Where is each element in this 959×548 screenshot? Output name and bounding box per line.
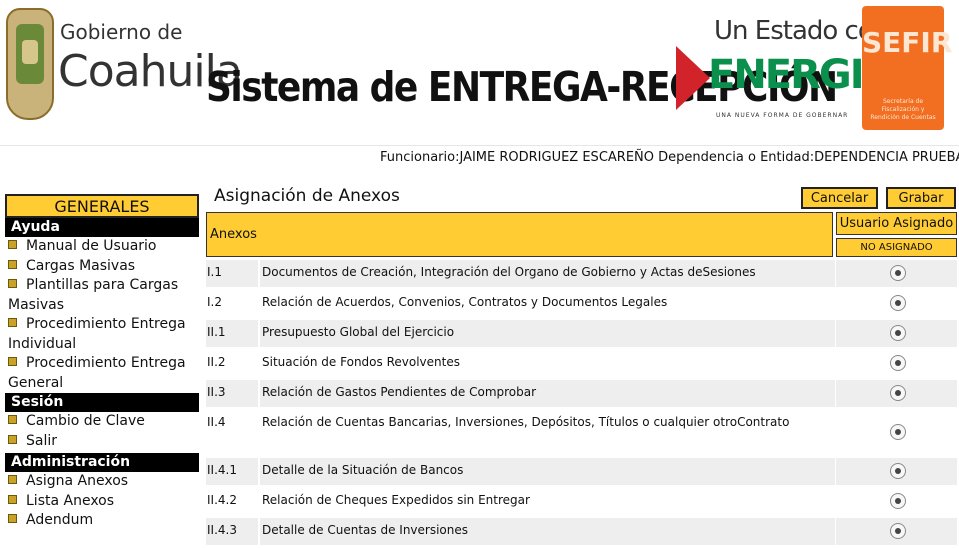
no-asignado-radio[interactable] [890, 354, 906, 371]
column-header-usuario: Usuario Asignado [836, 212, 957, 235]
row-code: II.2 [207, 355, 226, 369]
table-row: II.4 Relación de Cuentas Bancarias, Inve… [206, 410, 958, 455]
energia-arrow-icon [676, 46, 710, 110]
row-code: II.4.2 [207, 493, 237, 507]
sidebar-item-asigna-anexos[interactable]: Asigna Anexos [5, 472, 199, 492]
sidebar-section-administracion: Administración [5, 453, 199, 472]
row-description: Relación de Acuerdos, Convenios, Contrat… [262, 295, 668, 309]
sefir-logo-sub: Secretaría de Fiscalización y Rendición … [870, 98, 936, 121]
sidebar-item-proc-general[interactable]: Procedimiento Entrega General [5, 354, 199, 393]
funcionario-value: JAIME RODRIGUEZ ESCAREÑO [459, 150, 654, 165]
sidebar-item-plantillas[interactable]: Plantillas para Cargas Masivas [5, 276, 199, 315]
row-code: II.1 [207, 325, 226, 339]
table-row: I.1 Documentos de Creación, Integración … [206, 260, 958, 287]
anexos-table: I.1 Documentos de Creación, Integración … [206, 260, 958, 548]
row-description: Detalle de la Situación de Bancos [262, 463, 464, 477]
sidebar-item-salir[interactable]: Salir [5, 432, 199, 452]
estado-energia-logo: Un Estado con ENERGIA UNA NUEVA FORMA DE… [676, 14, 894, 129]
bullet-icon [8, 494, 17, 504]
table-row: II.1 Presupuesto Global del Ejercicio [206, 320, 958, 347]
row-description: Situación de Fondos Revolventes [262, 355, 460, 369]
bullet-icon [8, 240, 17, 249]
row-description: Relación de Cheques Expedidos sin Entreg… [262, 493, 530, 507]
table-row: II.2 Situación de Fondos Revolventes [206, 350, 958, 377]
row-code: II.4.3 [207, 523, 237, 537]
sidebar-item-proc-individual[interactable]: Procedimiento Entrega Individual [5, 315, 199, 354]
bullet-icon [8, 514, 17, 523]
bullet-icon [8, 475, 17, 484]
sidebar-item-manual[interactable]: Manual de Usuario [5, 237, 199, 257]
no-asignado-radio[interactable] [890, 522, 906, 539]
row-code: I.1 [207, 265, 222, 279]
no-asignado-radio[interactable] [890, 423, 906, 440]
no-asignado-radio[interactable] [890, 264, 906, 281]
no-asignado-radio[interactable] [890, 462, 906, 479]
table-row: II.4.3 Detalle de Cuentas de Inversiones [206, 518, 958, 545]
page-header: Gobierno de Coahuila Sistema de ENTREGA-… [0, 0, 959, 145]
sidebar-header: GENERALES [5, 194, 199, 218]
no-asignado-radio[interactable] [890, 492, 906, 509]
row-code: II.3 [207, 385, 226, 399]
save-button[interactable]: Grabar [886, 187, 956, 209]
sidebar-item-lista-anexos[interactable]: Lista Anexos [5, 492, 199, 512]
bullet-icon [8, 279, 17, 288]
sidebar-item-cargas[interactable]: Cargas Masivas [5, 257, 199, 277]
sefir-logo-title: SEFIR [862, 26, 953, 59]
table-row: II.3 Relación de Gastos Pendientes de Co… [206, 380, 958, 407]
sidebar-section-sesion: Sesión [5, 393, 199, 412]
table-row: I.2 Relación de Acuerdos, Convenios, Con… [206, 290, 958, 317]
dependencia-label: Dependencia o Entidad: [654, 150, 815, 165]
no-asignado-radio[interactable] [890, 324, 906, 341]
sidebar-menu: GENERALES Ayuda Manual de Usuario Cargas… [5, 194, 199, 531]
sidebar-item-cambio-clave[interactable]: Cambio de Clave [5, 412, 199, 432]
header-divider [0, 145, 959, 146]
sidebar-section-ayuda: Ayuda [5, 218, 199, 237]
column-header-no-asignado: NO ASIGNADO [836, 238, 957, 257]
bullet-icon [8, 318, 17, 327]
row-description: Presupuesto Global del Ejercicio [262, 325, 455, 339]
bullet-icon [8, 357, 17, 366]
no-asignado-radio[interactable] [890, 294, 906, 311]
gobierno-label: Gobierno de [60, 20, 183, 44]
no-asignado-radio[interactable] [890, 384, 906, 401]
page-title: Asignación de Anexos [214, 186, 400, 206]
bullet-icon [8, 259, 17, 269]
table-row: II.4.2 Relación de Cheques Expedidos sin… [206, 488, 958, 515]
table-row: II.4.1 Detalle de la Situación de Bancos [206, 458, 958, 485]
row-description: Relación de Gastos Pendientes de Comprob… [262, 385, 537, 399]
sefir-logo: SEFIR Secretaría de Fiscalización y Rend… [862, 6, 953, 130]
row-description: Documentos de Creación, Integración del … [262, 265, 756, 279]
bullet-icon [8, 415, 17, 424]
user-info-bar: Funcionario:JAIME RODRIGUEZ ESCAREÑO Dep… [380, 150, 959, 165]
column-header-anexos: Anexos [206, 212, 833, 257]
row-code: II.4.1 [207, 463, 237, 477]
cancel-button[interactable]: Cancelar [801, 187, 878, 209]
row-description: Detalle de Cuentas de Inversiones [262, 523, 469, 537]
row-description: Relación de Cuentas Bancarias, Inversion… [262, 415, 790, 429]
bullet-icon [8, 434, 17, 444]
energia-logo-sub: UNA NUEVA FORMA DE GOBERNAR [716, 112, 849, 119]
row-code: II.4 [207, 415, 226, 429]
row-code: I.2 [207, 295, 222, 309]
dependencia-value: DEPENDENCIA PRUEBA [814, 150, 959, 165]
coahuila-coat-of-arms-icon [6, 8, 54, 120]
sidebar-item-adendum[interactable]: Adendum [5, 511, 199, 531]
funcionario-label: Funcionario: [380, 150, 460, 165]
